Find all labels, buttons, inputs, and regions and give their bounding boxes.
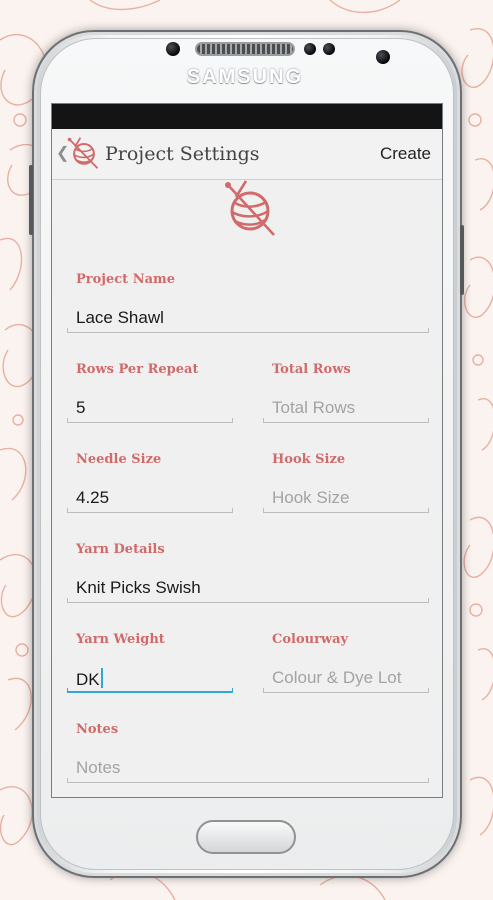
field-underline (263, 418, 429, 423)
total-rows-placeholder: Total Rows (272, 398, 356, 417)
yarn-details-field[interactable]: Knit Picks Swish (67, 573, 429, 603)
page-title: Project Settings (105, 143, 260, 165)
volume-button (29, 165, 33, 235)
field-underline (67, 778, 429, 783)
field-underline-focused (67, 688, 233, 693)
needle-size-value: 4.25 (76, 488, 110, 507)
device-brand: SAMSUNG (186, 66, 304, 88)
text-cursor (100, 668, 103, 688)
rows-per-repeat-field[interactable]: 5 (67, 393, 233, 423)
earpiece-speaker (195, 42, 295, 56)
yarn-weight-value: DK (76, 668, 103, 690)
front-sensor (166, 42, 180, 56)
hook-size-label: Hook Size (272, 452, 346, 467)
rows-per-repeat-value: 5 (76, 398, 86, 417)
field-underline (263, 688, 429, 693)
status-bar (52, 104, 442, 129)
yarn-ball-logo-icon (225, 180, 275, 236)
front-camera (376, 50, 390, 64)
colourway-placeholder: Colour & Dye Lot (272, 668, 402, 687)
light-sensor (323, 43, 335, 55)
project-name-field[interactable]: Lace Shawl (67, 303, 429, 333)
field-underline (67, 598, 429, 603)
needle-size-field[interactable]: 4.25 (67, 483, 233, 513)
notes-label: Notes (76, 722, 119, 737)
rows-per-repeat-label: Rows Per Repeat (76, 362, 199, 377)
home-button[interactable] (196, 820, 296, 854)
total-rows-field[interactable]: Total Rows (263, 393, 429, 423)
yarn-weight-text: DK (76, 670, 100, 689)
colourway-field[interactable]: Colour & Dye Lot (263, 663, 429, 693)
proximity-sensor (304, 43, 316, 55)
yarn-weight-field[interactable]: DK (67, 663, 233, 693)
yarn-ball-needles-icon[interactable] (66, 135, 102, 171)
project-name-value: Lace Shawl (76, 308, 164, 327)
field-underline (67, 328, 429, 333)
power-button (460, 225, 464, 295)
yarn-details-value: Knit Picks Swish (76, 578, 201, 597)
yarn-weight-label: Yarn Weight (76, 632, 165, 647)
hook-size-placeholder: Hook Size (272, 488, 350, 507)
create-button[interactable]: Create (380, 144, 431, 164)
needle-size-label: Needle Size (76, 452, 162, 467)
notes-placeholder: Notes (76, 758, 121, 777)
project-name-label: Project Name (76, 272, 176, 287)
field-underline (67, 508, 233, 513)
action-bar: ❮ Project Settings Create (52, 129, 442, 180)
app-screen: ❮ Project Settings Create Project Name L… (51, 103, 443, 798)
total-rows-label: Total Rows (272, 362, 351, 377)
field-underline (67, 418, 233, 423)
notes-field[interactable]: Notes (67, 753, 429, 783)
hook-size-field[interactable]: Hook Size (263, 483, 429, 513)
yarn-details-label: Yarn Details (76, 542, 165, 557)
colourway-label: Colourway (272, 632, 349, 647)
field-underline (263, 508, 429, 513)
